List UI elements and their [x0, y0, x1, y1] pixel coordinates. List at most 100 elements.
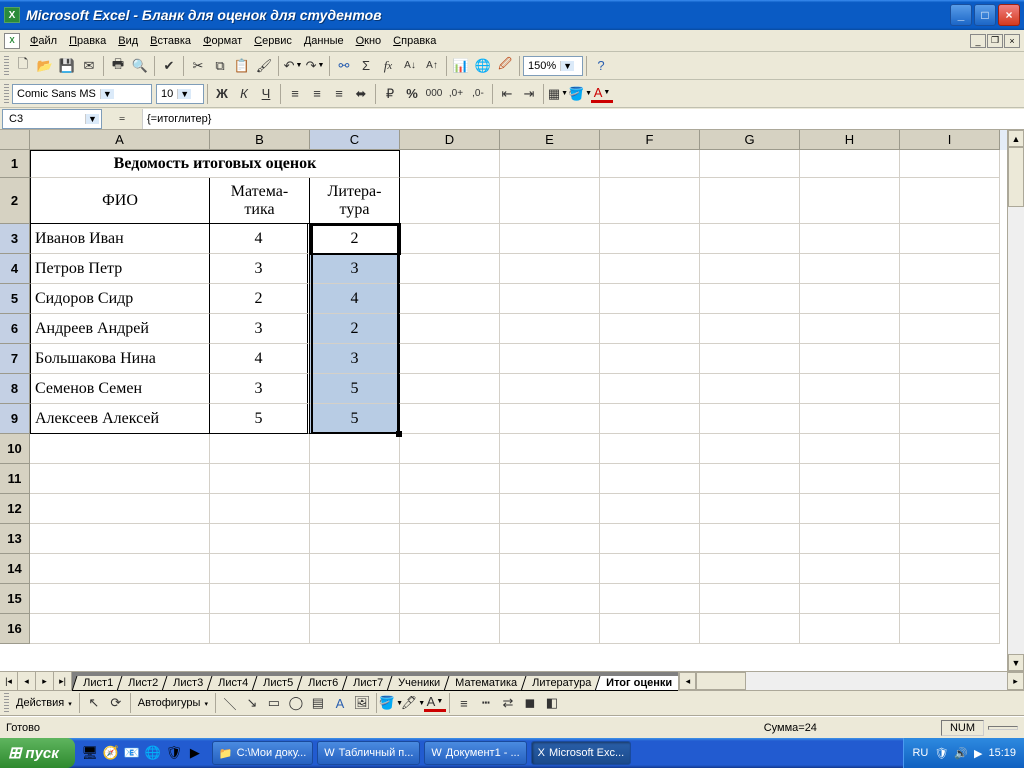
row-header-1[interactable]: 1: [0, 150, 30, 178]
cell-A12[interactable]: [30, 494, 210, 524]
cell-D5[interactable]: [400, 284, 500, 314]
row-header-2[interactable]: 2: [0, 178, 30, 224]
cell-C9[interactable]: 5: [310, 404, 400, 434]
cell-I14[interactable]: [900, 554, 1000, 584]
cell-G1[interactable]: [700, 150, 800, 178]
bold-button[interactable]: Ж: [211, 83, 233, 105]
menu-Справка[interactable]: Справка: [387, 33, 442, 49]
cell-H4[interactable]: [800, 254, 900, 284]
currency-icon[interactable]: ₽: [379, 83, 401, 105]
undo-icon[interactable]: ↶▼: [282, 55, 304, 77]
maximize-button[interactable]: □: [974, 4, 996, 26]
zoom-combo[interactable]: 150%▼: [523, 56, 583, 76]
cell-I3[interactable]: [900, 224, 1000, 254]
start-button[interactable]: ⊞ пуск: [0, 738, 75, 768]
cell-F16[interactable]: [600, 614, 700, 644]
row-header-4[interactable]: 4: [0, 254, 30, 284]
cell-E1[interactable]: [500, 150, 600, 178]
row-header-10[interactable]: 10: [0, 434, 30, 464]
row-header-9[interactable]: 9: [0, 404, 30, 434]
cell-B4[interactable]: 3: [210, 254, 310, 284]
cell-D4[interactable]: [400, 254, 500, 284]
cell-A6[interactable]: Андреев Андрей: [30, 314, 210, 344]
arrow-icon[interactable]: ↘: [241, 692, 263, 714]
cell-I6[interactable]: [900, 314, 1000, 344]
row-header-8[interactable]: 8: [0, 374, 30, 404]
preview-icon[interactable]: 🔍: [129, 55, 151, 77]
inc-decimal-icon[interactable]: ,0+: [445, 83, 467, 105]
cell-E15[interactable]: [500, 584, 600, 614]
cell-H3[interactable]: [800, 224, 900, 254]
cell-B5[interactable]: 2: [210, 284, 310, 314]
ql-icon[interactable]: 🖥: [81, 744, 99, 762]
tab-last-icon[interactable]: ▸|: [54, 672, 72, 690]
chart-icon[interactable]: 📊: [450, 55, 472, 77]
cell-I4[interactable]: [900, 254, 1000, 284]
horizontal-scrollbar[interactable]: ◂ ▸: [678, 672, 1024, 690]
3d-icon[interactable]: ◧: [541, 692, 563, 714]
mdi-restore[interactable]: ❐: [987, 34, 1003, 48]
ql-icon[interactable]: ▶: [186, 744, 204, 762]
cell-G7[interactable]: [700, 344, 800, 374]
cell-G5[interactable]: [700, 284, 800, 314]
cell-B8[interactable]: 3: [210, 374, 310, 404]
taskbar-task[interactable]: WТабличный п...: [317, 741, 420, 765]
row-header-7[interactable]: 7: [0, 344, 30, 374]
cell-G10[interactable]: [700, 434, 800, 464]
cell-B6[interactable]: 3: [210, 314, 310, 344]
cell-I2[interactable]: [900, 178, 1000, 224]
row-header-12[interactable]: 12: [0, 494, 30, 524]
mail-icon[interactable]: ✉: [78, 55, 100, 77]
map-icon[interactable]: 🌐: [472, 55, 494, 77]
taskbar-task[interactable]: WДокумент1 - ...: [424, 741, 526, 765]
arrow-style-icon[interactable]: ⇄: [497, 692, 519, 714]
cell-D8[interactable]: [400, 374, 500, 404]
hscroll-thumb[interactable]: [696, 672, 746, 690]
autoshapes-menu[interactable]: Автофигуры ▾: [134, 697, 212, 709]
select-objects-icon[interactable]: ↖: [83, 692, 105, 714]
col-header-D[interactable]: D: [400, 130, 500, 150]
cell-C8[interactable]: 5: [310, 374, 400, 404]
row-header-3[interactable]: 3: [0, 224, 30, 254]
ql-icon[interactable]: 🧭: [102, 744, 120, 762]
percent-icon[interactable]: %: [401, 83, 423, 105]
cell-G8[interactable]: [700, 374, 800, 404]
cell-I11[interactable]: [900, 464, 1000, 494]
cell-D13[interactable]: [400, 524, 500, 554]
cell-I1[interactable]: [900, 150, 1000, 178]
copy-icon[interactable]: ⧉: [209, 55, 231, 77]
line-style-icon[interactable]: ≡: [453, 692, 475, 714]
col-header-E[interactable]: E: [500, 130, 600, 150]
cell-F11[interactable]: [600, 464, 700, 494]
drawing-actions-menu[interactable]: Действия ▾: [12, 697, 76, 709]
ql-icon[interactable]: 🛡: [165, 744, 183, 762]
cell-F15[interactable]: [600, 584, 700, 614]
cell-C16[interactable]: [310, 614, 400, 644]
sheet-tab-Литература[interactable]: Литература: [521, 676, 603, 691]
shadow-icon[interactable]: ◼: [519, 692, 541, 714]
menu-Окно[interactable]: Окно: [350, 33, 388, 49]
mdi-minimize[interactable]: _: [970, 34, 986, 48]
textbox-icon[interactable]: ▤: [307, 692, 329, 714]
menu-Формат[interactable]: Формат: [197, 33, 248, 49]
col-header-B[interactable]: B: [210, 130, 310, 150]
cell-G12[interactable]: [700, 494, 800, 524]
rotate-icon[interactable]: ⟳: [105, 692, 127, 714]
cell-B11[interactable]: [210, 464, 310, 494]
cell-F2[interactable]: [600, 178, 700, 224]
cell-F3[interactable]: [600, 224, 700, 254]
font-name-combo[interactable]: Comic Sans MS▼: [12, 84, 152, 104]
help-icon[interactable]: ?: [590, 55, 612, 77]
cell-E7[interactable]: [500, 344, 600, 374]
select-all[interactable]: [0, 130, 30, 150]
save-icon[interactable]: 💾: [56, 55, 78, 77]
row-header-5[interactable]: 5: [0, 284, 30, 314]
spell-icon[interactable]: ✔: [158, 55, 180, 77]
cell-E9[interactable]: [500, 404, 600, 434]
sort-desc-icon[interactable]: A↑: [421, 55, 443, 77]
cell-I9[interactable]: [900, 404, 1000, 434]
cell-G4[interactable]: [700, 254, 800, 284]
cell-E16[interactable]: [500, 614, 600, 644]
cell-D10[interactable]: [400, 434, 500, 464]
cell-D6[interactable]: [400, 314, 500, 344]
